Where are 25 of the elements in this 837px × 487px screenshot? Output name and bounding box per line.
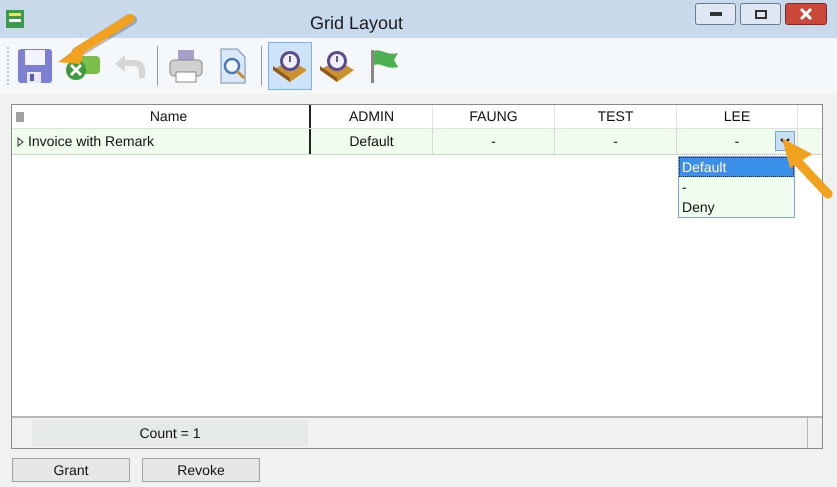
count-summary: Count = 1 <box>139 424 201 442</box>
table-cell-text: - <box>491 132 496 151</box>
grip-icon <box>6 46 10 86</box>
window-title: Grid Layout <box>310 12 404 35</box>
table-cell-text: - <box>613 132 618 151</box>
column-header[interactable]: ADMIN <box>311 105 433 128</box>
dropdown-option[interactable]: - <box>679 177 794 197</box>
chevron-down-icon <box>780 138 790 144</box>
column-header[interactable]: TEST <box>555 105 677 128</box>
row-pointer-icon <box>16 136 24 146</box>
table-cell-text: - <box>734 132 740 151</box>
close-icon <box>799 8 813 20</box>
action-button[interactable]: Revoke <box>142 458 260 482</box>
action-button[interactable]: Grant <box>12 458 130 482</box>
table-cell-text: Default <box>349 132 394 151</box>
column-header[interactable]: FAUNG <box>433 105 555 128</box>
maximize-button[interactable] <box>740 3 781 25</box>
column-header[interactable]: LEE <box>677 105 798 128</box>
minimize-button[interactable] <box>695 3 736 25</box>
toolbar-button[interactable] <box>268 42 312 90</box>
close-button[interactable] <box>785 3 827 25</box>
column-chooser-icon[interactable] <box>16 112 24 122</box>
dropdown-option[interactable]: Deny <box>679 197 794 217</box>
table-cell-text: Invoice with Remark <box>28 132 154 151</box>
app-icon <box>4 8 26 30</box>
